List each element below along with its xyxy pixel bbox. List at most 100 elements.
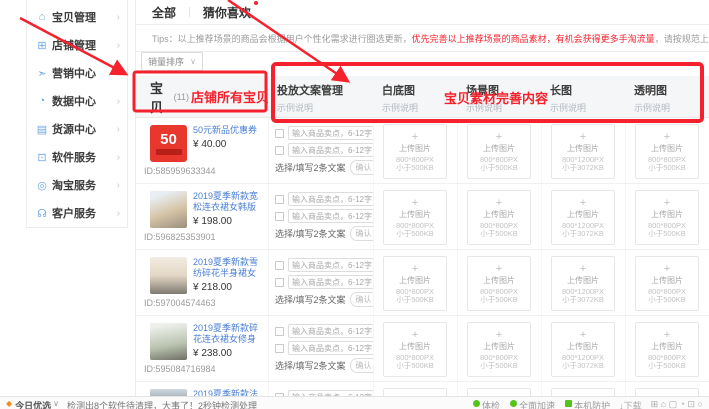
page: ⌂ 宝贝管理 › ⊞ 店铺管理 › ➣ 营销中心 › ◔ 数据中心 › ▤ 货源… <box>0 0 709 409</box>
selling-point-input[interactable] <box>288 143 374 157</box>
checkbox[interactable] <box>275 146 284 155</box>
sidebar-item-customer-service[interactable]: ☊ 客户服务 › <box>27 199 127 227</box>
tab-separator: | <box>188 6 191 18</box>
diamond-icon: ◆ <box>6 399 12 408</box>
checkbox[interactable] <box>275 129 284 138</box>
plus-icon: + <box>412 264 418 274</box>
selling-point-input[interactable] <box>288 192 374 206</box>
upload-image-button[interactable]: +上传图片800*800PX小于500KB <box>383 256 447 311</box>
selling-point-input[interactable] <box>288 209 374 223</box>
annotation-text-all-products: 店铺所有宝贝 <box>191 87 269 106</box>
checkbox[interactable] <box>275 212 284 221</box>
product-id: ID:585959633344 <box>144 166 264 176</box>
misc-tray-icons[interactable]: ⊞ ⌂ ▢ ◔ ⊡ ○ <box>651 399 703 409</box>
sidebar-item-taobao-service[interactable]: ◎ 淘宝服务 › <box>27 171 127 199</box>
download-button[interactable]: ↓下载 <box>619 399 642 409</box>
tab-guess-you-like[interactable]: 猜你喜欢 <box>203 4 251 21</box>
confirm-button[interactable]: 确认 <box>350 292 374 307</box>
product-price: ¥ 198.00 <box>193 216 264 227</box>
example-link[interactable]: 示例说明 <box>277 101 374 114</box>
product-title-link[interactable]: 50元新品优惠券 <box>193 125 264 136</box>
bottom-utility-bar: ◆ 今日优选 ∨ 检测出8个软件待清理，大事了！2秒钟检测处理 体检 全面加速 … <box>0 396 709 409</box>
product-title-link[interactable]: 2019夏季新款雪纺碎花半身裙女中长款高腰显白 <box>193 257 264 279</box>
long-upload-cell: +上传图片800*1200PX小于3072KB <box>542 118 626 183</box>
coupon-image: 50 <box>150 125 187 162</box>
plus-icon: + <box>580 132 586 142</box>
table-row: 2019夏季新款碎花连衣裙女修身显瘦小众风裙 ¥ 238.00 ID:59508… <box>136 316 709 382</box>
confirm-button[interactable]: 确认 <box>350 358 374 373</box>
chevron-down-icon[interactable]: ∨ <box>53 399 59 408</box>
sidebar: ⌂ 宝贝管理 › ⊞ 店铺管理 › ➣ 营销中心 › ◔ 数据中心 › ▤ 货源… <box>26 0 128 228</box>
checkbox[interactable] <box>275 195 284 204</box>
tab-all[interactable]: 全部 <box>152 4 176 21</box>
selling-point-input[interactable] <box>288 341 374 355</box>
checkbox[interactable] <box>275 344 284 353</box>
tab-bar: 全部 | 猜你喜欢 <box>136 0 709 25</box>
megaphone-icon: ➣ <box>35 67 49 80</box>
upload-image-button[interactable]: +上传图片800*800PX小于500KB <box>467 124 531 179</box>
upload-image-button[interactable]: +上传图片800*800PX小于500KB <box>635 256 699 311</box>
example-link[interactable]: 示例说明 <box>634 101 709 114</box>
sidebar-item-software-service[interactable]: ⊡ 软件服务 › <box>27 143 127 171</box>
chevron-right-icon: › <box>117 124 120 135</box>
upload-image-button[interactable]: +上传图片800*800PX小于500KB <box>467 322 531 377</box>
scene-upload-cell: +上传图片800*800PX小于500KB <box>458 184 542 249</box>
upload-image-button[interactable]: +上传图片800*1200PX小于3072KB <box>551 256 615 311</box>
product-photo <box>150 191 187 228</box>
sidebar-item-supply-center[interactable]: ▤ 货源中心 › <box>27 115 127 143</box>
green-dot-icon <box>473 400 480 407</box>
confirm-button[interactable]: 确认 <box>350 226 374 241</box>
product-title-link[interactable]: 2019夏季新款宽松连衣裙女韩版短袖T恤中长款 <box>193 191 264 213</box>
chevron-right-icon: › <box>117 208 120 219</box>
upload-image-button[interactable]: +上传图片800*1200PX小于3072KB <box>551 190 615 245</box>
speed-up-button[interactable]: 全面加速 <box>510 399 555 409</box>
checkbox[interactable] <box>275 278 284 287</box>
selling-point-input[interactable] <box>288 275 374 289</box>
apps-icon: ⊡ <box>35 151 49 164</box>
long-upload-cell: +上传图片800*1200PX小于3072KB <box>542 316 626 381</box>
health-check-button[interactable]: 体检 <box>473 399 500 409</box>
product-title-link[interactable]: 2019夏季新款碎花连衣裙女修身显瘦小众风裙 <box>193 323 264 345</box>
copywriting-cell: 选择/填写2条文案 确认 取消 <box>269 250 374 315</box>
sort-dropdown[interactable]: 销量排序 ∨ <box>141 52 203 71</box>
chevron-right-icon: › <box>117 152 120 163</box>
upload-image-button[interactable]: +上传图片800*1200PX小于3072KB <box>551 322 615 377</box>
plus-icon: + <box>580 198 586 208</box>
protection-button[interactable]: 本机防护 <box>565 399 610 409</box>
upload-image-button[interactable]: +上传图片800*800PX小于500KB <box>383 124 447 179</box>
upload-image-button[interactable]: +上传图片800*800PX小于500KB <box>383 190 447 245</box>
chevron-right-icon: › <box>117 96 120 107</box>
supply-icon: ▤ <box>35 123 49 136</box>
example-link[interactable]: 示例说明 <box>550 101 626 114</box>
upload-image-button[interactable]: +上传图片800*800PX小于500KB <box>467 190 531 245</box>
long-upload-cell: +上传图片800*1200PX小于3072KB <box>542 250 626 315</box>
sidebar-item-data-center[interactable]: ◔ 数据中心 › <box>27 87 127 115</box>
product-table: 宝贝 (11) 店铺所有宝贝 投放文案管理 示例说明 白底图 示例说明 场景图 … <box>136 76 709 409</box>
upload-image-button[interactable]: +上传图片800*800PX小于500KB <box>635 322 699 377</box>
headset-icon: ☊ <box>35 207 49 220</box>
chevron-right-icon: › <box>117 68 120 79</box>
sidebar-item-shop-manage[interactable]: ⊞ 店铺管理 › <box>27 31 127 59</box>
plus-icon: + <box>664 330 670 340</box>
sidebar-item-marketing-center[interactable]: ➣ 营销中心 › <box>27 59 127 87</box>
upload-image-button[interactable]: +上传图片800*1200PX小于3072KB <box>551 124 615 179</box>
transparent-upload-cell: +上传图片800*800PX小于500KB <box>626 118 709 183</box>
bottom-bar-message: ◆ 今日优选 ∨ 检测出8个软件待清理，大事了！2秒钟检测处理 <box>6 399 257 409</box>
plus-icon: + <box>412 330 418 340</box>
selling-point-input[interactable] <box>288 258 374 272</box>
example-link[interactable]: 示例说明 <box>466 101 542 114</box>
sidebar-item-item-manage[interactable]: ⌂ 宝贝管理 › <box>27 3 127 31</box>
upload-image-button[interactable]: +上传图片800*800PX小于500KB <box>467 256 531 311</box>
example-link[interactable]: 示例说明 <box>382 101 458 114</box>
product-price: ¥ 238.00 <box>193 348 264 359</box>
upload-image-button[interactable]: +上传图片800*800PX小于500KB <box>635 190 699 245</box>
upload-image-button[interactable]: +上传图片800*800PX小于500KB <box>635 124 699 179</box>
selling-point-input[interactable] <box>288 126 374 140</box>
checkbox[interactable] <box>275 261 284 270</box>
selling-point-input[interactable] <box>288 324 374 338</box>
column-header-white-bg-image: 白底图 示例说明 <box>374 76 458 117</box>
confirm-button[interactable]: 确认 <box>350 160 374 175</box>
upload-image-button[interactable]: +上传图片800*800PX小于500KB <box>383 322 447 377</box>
checkbox[interactable] <box>275 327 284 336</box>
product-cell: 2019夏季新款宽松连衣裙女韩版短袖T恤中长款 ¥ 198.00 ID:5968… <box>136 184 269 249</box>
